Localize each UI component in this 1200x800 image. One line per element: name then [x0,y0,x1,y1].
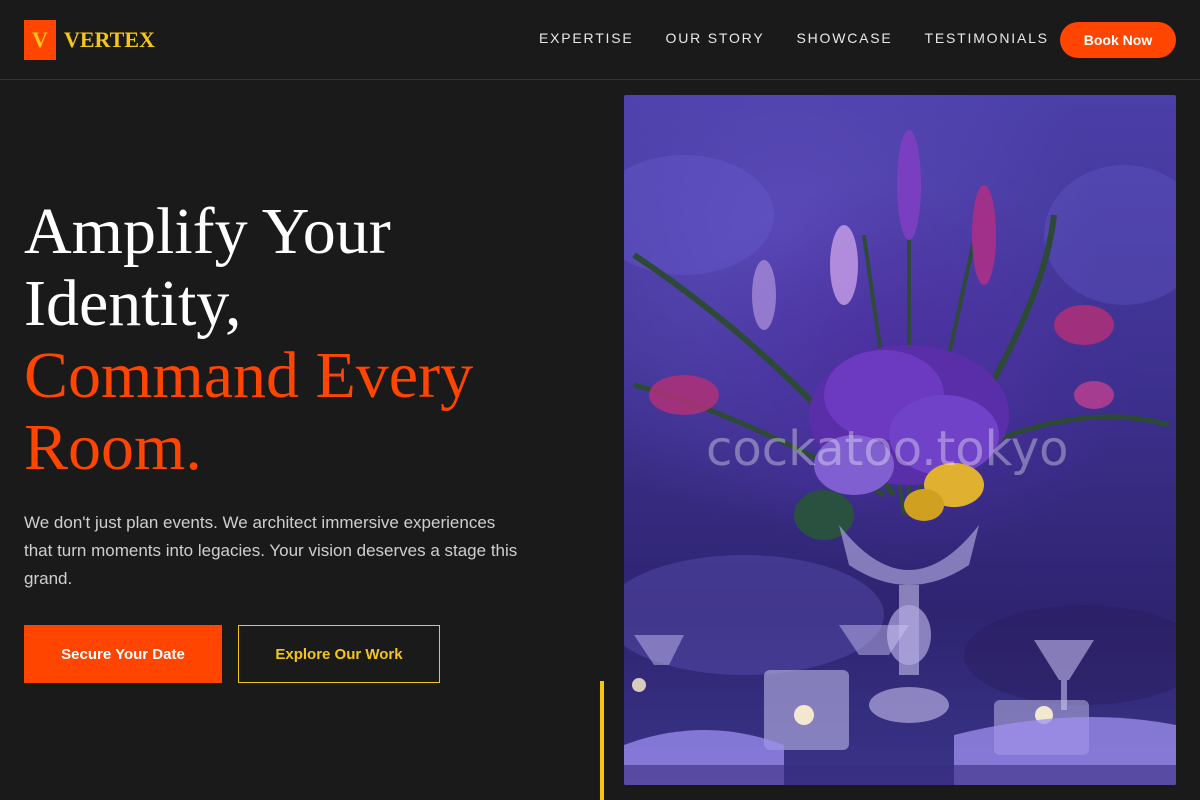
nav-link-testimonials[interactable]: TESTIMONIALS [925,30,1049,46]
explore-our-work-button[interactable]: Explore Our Work [238,625,440,683]
nav-link-our-story[interactable]: OUR STORY [666,30,765,46]
hero-description: We don't just plan events. We architect … [24,513,518,588]
decorative-accent-bar [600,681,604,800]
nav-link-showcase[interactable]: SHOWCASE [796,30,892,46]
logo-text: VERTEX [64,27,155,52]
hero-title-line-2: Identity, [24,267,242,340]
nav-link-expertise[interactable]: EXPERTISE [539,30,634,46]
site-header: V VERTEX EXPERTISE OUR STORY SHOWCASE TE… [0,0,1200,80]
logo[interactable]: V VERTEX [24,20,155,60]
book-now-button[interactable]: Book Now [1060,22,1176,58]
hero-title-line-4: Room. [24,411,202,484]
logo-mark: V [24,20,56,60]
main-nav: EXPERTISE OUR STORY SHOWCASE TESTIMONIAL… [539,30,1049,46]
secure-your-date-button[interactable]: Secure Your Date [24,625,222,683]
hero-title: Amplify Your Identity, Command Every Roo… [24,196,584,484]
hero-title-line-3: Command Every [24,339,474,412]
image-watermark: cockatoo.tokyo [706,421,1069,477]
hero-image-floral-centerpiece: cockatoo.tokyo [624,95,1176,785]
hero-title-line-1: Amplify Your [24,195,391,268]
